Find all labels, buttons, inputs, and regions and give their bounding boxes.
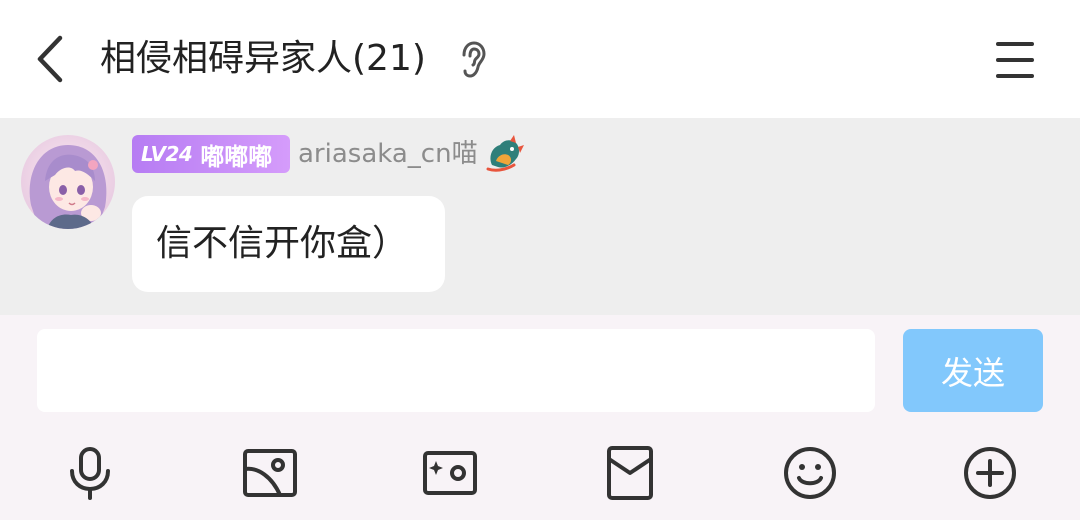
plus-icon [964,447,1016,499]
composer: 发送 [0,315,1080,520]
ear-icon[interactable] [458,40,488,80]
dragon-badge-icon[interactable] [484,135,524,173]
message-list: LV24 嘟嘟嘟 ariasaka_cn喵 信不信开你盒） [0,118,1080,315]
emoji-button[interactable] [782,445,838,501]
red-packet-icon [607,446,653,500]
voice-button[interactable] [62,445,118,501]
image-icon [243,449,297,497]
badge-title: 嘟嘟嘟 [200,142,273,171]
message-bubble[interactable]: 信不信开你盒） [132,196,445,292]
red-packet-button[interactable] [602,445,658,501]
emoji-icon [784,447,836,499]
more-button[interactable] [962,445,1018,501]
message-input[interactable] [37,329,875,412]
camera-button[interactable] [422,445,478,501]
microphone-icon [70,447,110,500]
message-text: 信不信开你盒） [156,223,409,264]
back-arrow-icon [37,35,63,83]
image-button[interactable] [242,445,298,501]
camera-icon [423,451,477,495]
group-title[interactable]: 相侵相碍异家人(21) [100,34,426,84]
avatar[interactable] [21,135,115,229]
menu-icon [996,42,1034,78]
back-button[interactable] [28,30,76,88]
level-text: LV24 [141,142,193,166]
send-button[interactable]: 发送 [903,329,1043,412]
level-badge[interactable]: LV24 嘟嘟嘟 [132,135,290,173]
sender-name[interactable]: ariasaka_cn喵 [298,135,478,173]
chat-header: 相侵相碍异家人(21) [0,0,1080,118]
menu-button[interactable] [990,38,1040,82]
